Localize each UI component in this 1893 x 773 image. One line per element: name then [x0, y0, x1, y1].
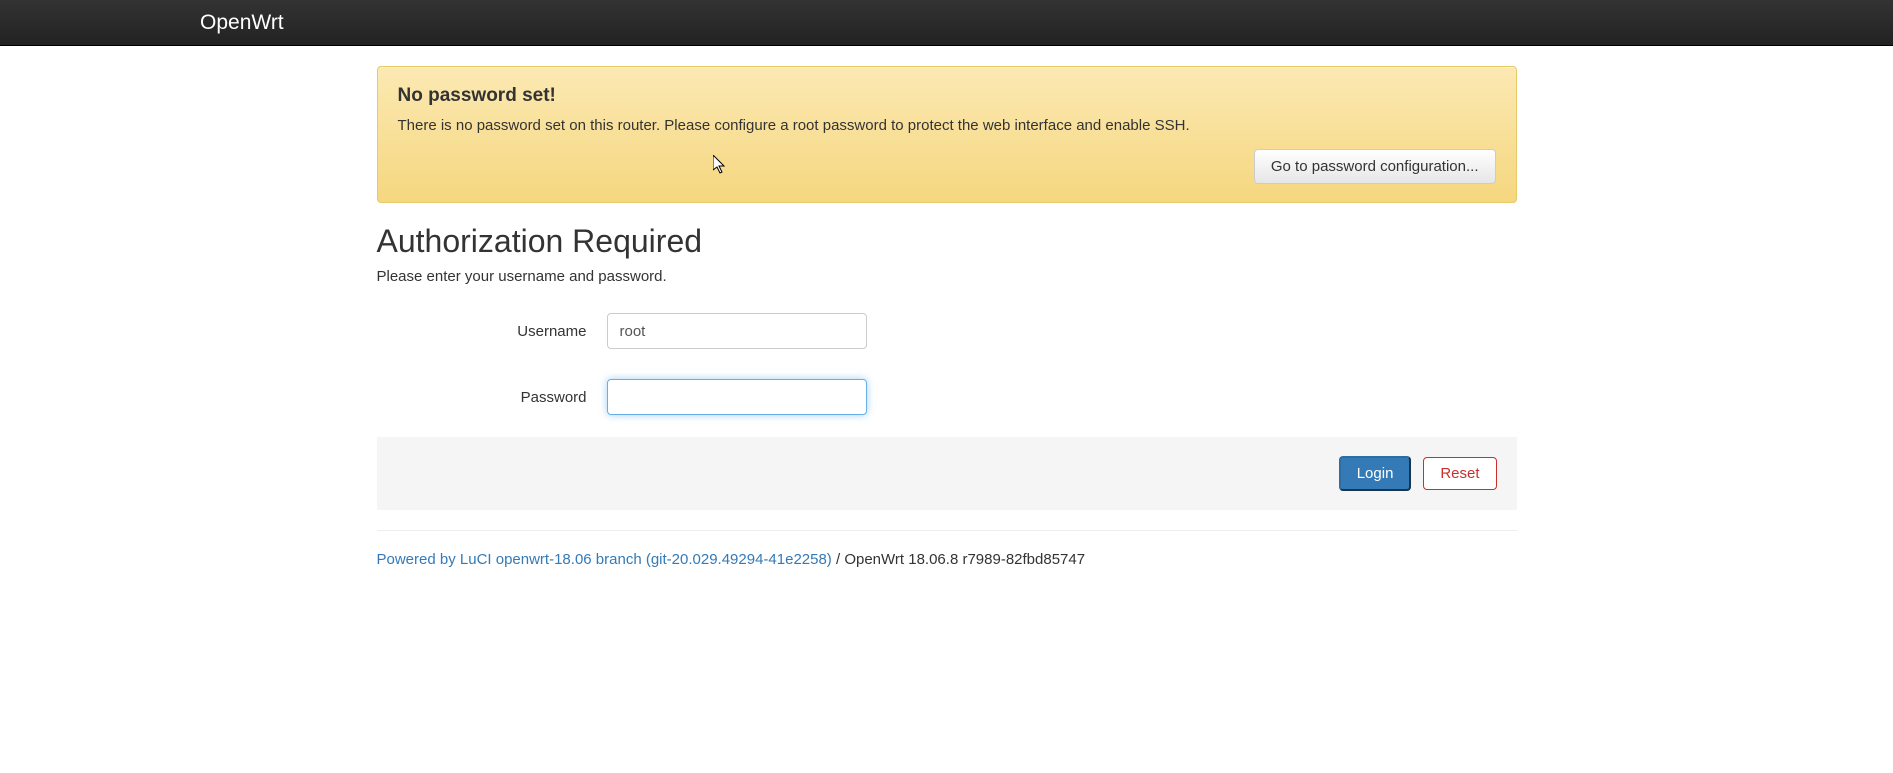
alert-message: There is no password set on this router.… [398, 117, 1496, 134]
alert-title: No password set! [398, 85, 1496, 107]
divider [377, 530, 1517, 531]
no-password-alert: No password set! There is no password se… [377, 66, 1517, 203]
form-actions: Login Reset [377, 437, 1517, 510]
footer-version: OpenWrt 18.06.8 r7989-82fbd85747 [844, 551, 1085, 568]
footer-separator: / [832, 551, 845, 568]
brand-link[interactable]: OpenWrt [200, 11, 284, 35]
username-row: Username [377, 305, 1517, 349]
footer-link[interactable]: Powered by LuCI openwrt-18.06 branch (gi… [377, 551, 832, 568]
goto-password-config-button[interactable]: Go to password configuration... [1254, 149, 1496, 184]
username-input[interactable] [607, 313, 867, 349]
reset-button[interactable]: Reset [1423, 457, 1496, 490]
page-heading: Authorization Required [377, 223, 1517, 260]
footer: Powered by LuCI openwrt-18.06 branch (gi… [377, 551, 1517, 568]
password-input[interactable] [607, 379, 867, 415]
username-label: Username [377, 323, 607, 340]
main-container: No password set! There is no password se… [362, 66, 1532, 568]
password-label: Password [377, 389, 607, 406]
login-button[interactable]: Login [1339, 456, 1412, 491]
navbar: OpenWrt [0, 0, 1893, 46]
password-row: Password [377, 371, 1517, 415]
page-prompt: Please enter your username and password. [377, 268, 1517, 285]
